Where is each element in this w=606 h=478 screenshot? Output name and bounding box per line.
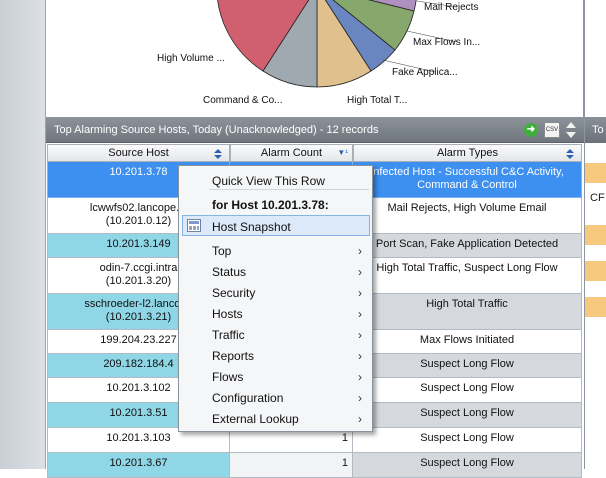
menu-item-label: Configuration [212,391,284,405]
menu-item-label: Traffic [212,328,245,342]
submenu-arrow-icon: › [358,412,362,426]
column-header-label: Alarm Count [260,147,323,159]
column-header-label: Source Host [108,147,169,159]
cell-alarm-types[interactable]: High Total Traffic, Suspect Long Flow [353,258,582,294]
alarm-types-pie-panel: Mail Rejects Max Flows In... Fake Applic… [46,0,584,117]
menu-item-traffic[interactable]: Traffic › [179,324,372,345]
column-header-alarm-count[interactable]: Alarm Count ▼¹ [230,144,353,162]
cell-alarm-types[interactable]: Suspect Long Flow [353,378,582,403]
right-panel-cell-cf: CF [585,189,606,209]
menu-item-label: Security [212,286,256,300]
sort-descending-icon[interactable]: ▼¹ [337,148,348,158]
refresh-go-icon[interactable]: ➜ [524,123,538,137]
left-panel-strip [0,0,46,469]
pie-label-mail-rejects: Mail Rejects [424,2,479,13]
panel-collapse-toggle-icon[interactable] [566,122,576,138]
pie-label-high-total-traffic: High Total T... [347,95,408,106]
cell-alarm-types[interactable]: Suspect Long Flow [353,403,582,428]
column-header-source-host[interactable]: Source Host [47,144,230,162]
menu-item-security[interactable]: Security › [179,282,372,303]
menu-item-configuration[interactable]: Configuration › [179,387,372,408]
column-header-label: Alarm Types [437,147,498,159]
cell-alarm-types[interactable]: Port Scan, Fake Application Detected [353,234,582,258]
cell-alarm-types[interactable]: Mail Rejects, High Volume Email [353,198,582,234]
csv-export-icon[interactable]: CSV [544,122,560,138]
menu-item-flows[interactable]: Flows › [179,366,372,387]
right-panel-cell [585,261,606,281]
cell-alarm-types[interactable]: Infected Host - Successful C&C Activity,… [353,162,582,198]
pie-label-command-control: Command & Co... [203,95,283,106]
pie-label-max-flows: Max Flows In... [413,37,481,48]
menu-item-reports[interactable]: Reports › [179,345,372,366]
column-header-alarm-types[interactable]: Alarm Types [353,144,582,162]
row-context-menu: Quick View This Row for Host 10.201.3.78… [178,165,373,432]
right-panel-cell [585,225,606,245]
cell-alarm-types[interactable]: Suspect Long Flow [353,453,582,478]
right-panel-cell [585,297,606,317]
submenu-arrow-icon: › [358,349,362,363]
menu-item-label: Flows [212,370,244,384]
sort-both-icon[interactable] [214,149,223,159]
submenu-arrow-icon: › [358,244,362,258]
cell-alarm-types[interactable]: Suspect Long Flow [353,354,582,378]
menu-item-label: Top [212,244,232,258]
submenu-arrow-icon: › [358,307,362,321]
submenu-arrow-icon: › [358,265,362,279]
menu-item-host-snapshot[interactable]: Host Snapshot [182,215,370,236]
menu-item-label: External Lookup [212,412,299,426]
cell-alarm-count[interactable]: 1 [230,453,353,478]
alarm-types-pie-chart [217,0,458,88]
cell-alarm-types[interactable]: High Total Traffic [353,294,582,330]
menu-item-label: Hosts [212,307,243,321]
menu-item-quick-view[interactable]: Quick View This Row [179,170,372,191]
table-row[interactable]: 10.201.3.67 1 Suspect Long Flow [47,453,582,478]
menu-item-label: Reports [212,349,255,363]
menu-item-status[interactable]: Status › [179,261,372,282]
right-panel-header: To [585,117,606,143]
pie-label-high-volume: High Volume ... [157,53,225,64]
sort-both-icon[interactable] [566,149,575,159]
right-panel-cell [585,163,606,183]
submenu-arrow-icon: › [358,370,362,384]
submenu-arrow-icon: › [358,286,362,300]
cell-alarm-types[interactable]: Max Flows Initiated [353,330,582,354]
panel-title: Top Alarming Source Hosts, Today (Unackn… [54,124,379,136]
menu-heading-for-host: for Host 10.201.3.78: [212,198,329,212]
host-snapshot-icon [187,219,201,232]
cell-source-host[interactable]: 10.201.3.67 [47,453,230,478]
menu-separator [209,189,369,190]
menu-item-label: Status [212,265,247,279]
pie-label-fake-application: Fake Applica... [392,67,458,78]
submenu-arrow-icon: › [358,391,362,405]
alarming-hosts-panel-header: Top Alarming Source Hosts, Today (Unackn… [46,117,584,143]
menu-item-hosts[interactable]: Hosts › [179,303,372,324]
menu-item-label: Host Snapshot [212,220,291,234]
menu-item-top[interactable]: Top › [179,240,372,261]
cell-alarm-types[interactable]: Suspect Long Flow [353,428,582,453]
menu-item-external-lookup[interactable]: External Lookup › [179,408,372,429]
submenu-arrow-icon: › [358,328,362,342]
